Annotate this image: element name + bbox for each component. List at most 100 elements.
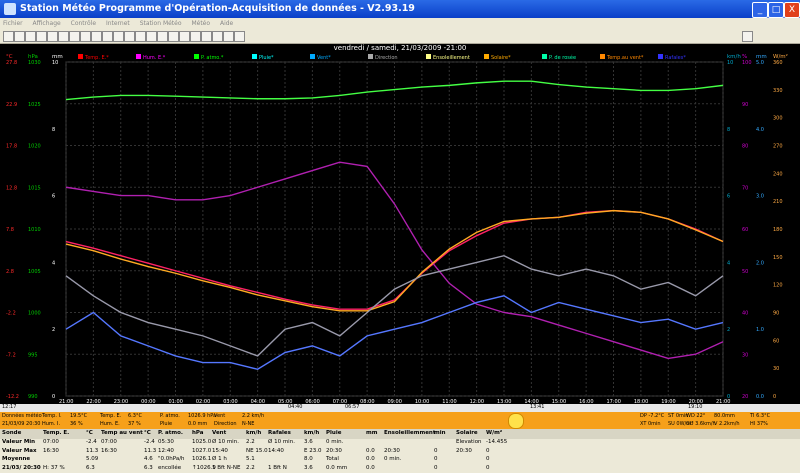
toolbar-button[interactable]	[80, 31, 91, 42]
toolbar-button[interactable]	[25, 31, 36, 42]
toolbar-button[interactable]	[14, 31, 25, 42]
table-cell: NE 15.0	[246, 447, 268, 454]
strip-label: Direction	[214, 421, 237, 427]
table-cell: 12:40	[158, 447, 174, 454]
table-header-cell: °C	[86, 430, 93, 436]
table-header-cell: P. atmo.	[158, 430, 183, 436]
table-cell: 5.1	[246, 456, 255, 462]
strip-label: XT 0min	[640, 421, 661, 427]
left-axis-tick: 27.8	[6, 60, 17, 66]
left-axis-tick: 2.8	[6, 269, 14, 275]
legend-swatch	[426, 54, 431, 59]
left-axis-tick: 1000	[28, 311, 41, 317]
strip-value: 37 %	[128, 421, 141, 427]
close-button[interactable]: X	[784, 2, 800, 18]
toolbar-button[interactable]	[742, 31, 753, 42]
toolbar-button[interactable]	[3, 31, 14, 42]
left-axis-tick: 1015	[28, 185, 41, 191]
table-header-cell: km/h	[246, 430, 262, 436]
strip-label: P. atmo.	[160, 413, 180, 419]
toolbar-button[interactable]	[223, 31, 234, 42]
app-icon	[4, 3, 16, 15]
strip-label: Hum. E.	[100, 421, 120, 427]
left-axis-tick: 4	[52, 260, 55, 266]
toolbar-button[interactable]	[36, 31, 47, 42]
table-header-cell: W/m²	[486, 430, 503, 436]
toolbar-button[interactable]	[91, 31, 102, 42]
menu-station-meteo[interactable]: Station Météo	[140, 18, 182, 29]
menu-fichier[interactable]: Fichier	[3, 18, 23, 29]
toolbar-button[interactable]	[69, 31, 80, 42]
toolbar-button[interactable]	[102, 31, 113, 42]
toolbar-button[interactable]	[135, 31, 146, 42]
left-axis-tick: 17.8	[6, 144, 17, 150]
strip-value: V 2.2km/h	[714, 421, 740, 427]
left-axis-tick: 22.9	[6, 102, 17, 108]
menu-bar: Fichier Affichage Contrôle Internet Stat…	[0, 18, 800, 29]
table-cell: Valeur Max	[2, 447, 37, 454]
toolbar-button[interactable]	[113, 31, 124, 42]
toolbar-button[interactable]	[179, 31, 190, 42]
maximize-button[interactable]: □	[768, 2, 784, 18]
table-header-cell: Temp. E.	[43, 430, 70, 436]
left-axis-tick: 990	[28, 394, 38, 400]
toolbar-button[interactable]	[47, 31, 58, 42]
toolbar-button[interactable]	[190, 31, 201, 42]
table-cell: 16:30	[43, 447, 59, 454]
table-cell: 0.0	[366, 456, 375, 462]
menu-aide[interactable]: Aide	[220, 18, 233, 29]
left-axis-tick: 1025	[28, 102, 41, 108]
strip-label: HI 37%	[750, 421, 768, 427]
window-title: Station Météo Programme d'Opération-Acqu…	[20, 3, 415, 14]
weather-chart: °C27.822.917.812.87.82.8-2.2-7.2-12.2hPa…	[0, 44, 800, 404]
left-axis-tick: 1010	[28, 227, 41, 233]
table-cell: 0 min.	[384, 456, 402, 462]
right-axis-tick: 2	[727, 327, 730, 333]
table-cell: Ø 1 h	[212, 456, 227, 462]
toolbar-button[interactable]	[201, 31, 212, 42]
table-header-cell: Solaire	[456, 430, 478, 436]
menu-controle[interactable]: Contrôle	[71, 18, 96, 29]
table-cell: -14.455	[486, 439, 508, 445]
menu-internet[interactable]: Internet	[106, 18, 130, 29]
toolbar-button[interactable]	[58, 31, 69, 42]
toolbar	[0, 29, 800, 44]
right-axis-tick: 150	[773, 255, 783, 261]
table-header-cell: hPa	[192, 430, 204, 436]
toolbar-button[interactable]	[212, 31, 223, 42]
right-axis-tick: 40	[742, 311, 748, 317]
table-cell: 21/03/ 20:30	[2, 464, 41, 471]
legend-label: Pluie*	[259, 55, 274, 61]
toolbar-button[interactable]	[234, 31, 245, 42]
legend-swatch	[658, 54, 663, 59]
right-axis-tick: 240	[773, 171, 783, 177]
strip-label: WD 22°	[686, 413, 706, 419]
table-cell: 07:00	[101, 439, 117, 445]
table-cell: Total	[326, 456, 339, 462]
right-axis-unit: W/m²	[773, 53, 788, 60]
time-marker-label: 12:17	[2, 404, 17, 410]
left-axis-tick: 1005	[28, 269, 41, 275]
strip-label: TI 6.3°C	[750, 413, 771, 419]
toolbar-button[interactable]	[157, 31, 168, 42]
toolbar-button[interactable]	[124, 31, 135, 42]
right-axis-tick: 4.0	[756, 127, 764, 133]
toolbar-button[interactable]	[168, 31, 179, 42]
minimize-button[interactable]: _	[752, 2, 768, 18]
right-axis-tick: 6	[727, 194, 730, 200]
legend-swatch	[484, 54, 489, 59]
table-cell: Ø 10 min.	[268, 439, 295, 445]
right-axis-tick: 270	[773, 144, 783, 150]
table-cell: 0.0	[366, 464, 375, 471]
menu-meteo[interactable]: Météo	[191, 18, 210, 29]
toolbar-button[interactable]	[146, 31, 157, 42]
table-cell: H: 37 %	[43, 464, 65, 471]
menu-affichage[interactable]: Affichage	[33, 18, 61, 29]
legend-label: Solaire*	[491, 55, 511, 61]
table-header-cell: Vent	[212, 430, 227, 436]
table-cell: 16:30	[101, 447, 117, 454]
left-axis-tick: -2.2	[6, 311, 16, 317]
left-axis-tick: 995	[28, 352, 38, 358]
right-axis-tick: 0	[773, 394, 776, 400]
table-cell: Moyenne	[2, 456, 31, 462]
